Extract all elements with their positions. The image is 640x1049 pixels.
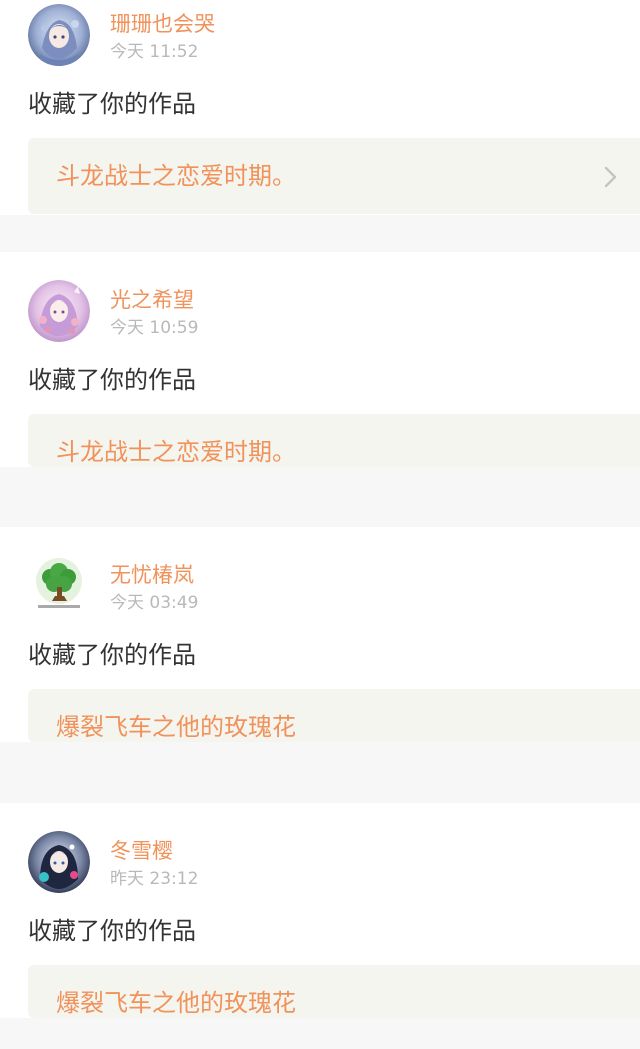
avatar[interactable] (28, 831, 90, 893)
work-title: 斗龙战士之恋爱时期。 (56, 438, 296, 466)
anime-girl-avatar-icon (28, 280, 90, 342)
username[interactable]: 冬雪樱 (110, 837, 173, 865)
action-text: 收藏了你的作品 (28, 917, 196, 945)
notification-feed: 珊珊也会哭 今天 11:52 收藏了你的作品 斗龙战士之恋爱时期。 光之希望 今… (0, 0, 640, 1049)
work-title: 斗龙战士之恋爱时期。 (56, 162, 296, 190)
timestamp: 昨天 23:12 (110, 869, 199, 889)
action-text: 收藏了你的作品 (28, 641, 196, 669)
timestamp: 今天 03:49 (110, 593, 199, 613)
anime-girl-avatar-icon (28, 831, 90, 893)
work-title: 爆裂飞车之他的玫瑰花 (56, 989, 296, 1017)
username[interactable]: 无忧椿岚 (110, 561, 194, 589)
work-link[interactable]: 斗龙战士之恋爱时期。 (28, 138, 640, 214)
feed-item: 无忧椿岚 今天 03:49 收藏了你的作品 爆裂飞车之他的玫瑰花 (0, 527, 640, 742)
work-link[interactable]: 斗龙战士之恋爱时期。 (28, 414, 640, 467)
avatar[interactable] (28, 280, 90, 342)
timestamp: 今天 11:52 (110, 42, 199, 62)
feed-item: 珊珊也会哭 今天 11:52 收藏了你的作品 斗龙战士之恋爱时期。 (0, 0, 640, 215)
avatar[interactable] (28, 4, 90, 66)
chevron-right-icon (604, 166, 618, 188)
feed-item: 冬雪樱 昨天 23:12 收藏了你的作品 爆裂飞车之他的玫瑰花 (0, 803, 640, 1018)
feed-item: 光之希望 今天 10:59 收藏了你的作品 斗龙战士之恋爱时期。 (0, 252, 640, 467)
action-text: 收藏了你的作品 (28, 90, 196, 118)
username[interactable]: 珊珊也会哭 (110, 10, 215, 38)
action-text: 收藏了你的作品 (28, 366, 196, 394)
avatar[interactable] (28, 555, 90, 617)
work-title: 爆裂飞车之他的玫瑰花 (56, 713, 296, 741)
work-link[interactable]: 爆裂飞车之他的玫瑰花 (28, 689, 640, 742)
username[interactable]: 光之希望 (110, 286, 194, 314)
anime-girl-avatar-icon (28, 4, 90, 66)
work-link[interactable]: 爆裂飞车之他的玫瑰花 (28, 965, 640, 1018)
timestamp: 今天 10:59 (110, 318, 199, 338)
tree-avatar-icon (28, 555, 90, 617)
